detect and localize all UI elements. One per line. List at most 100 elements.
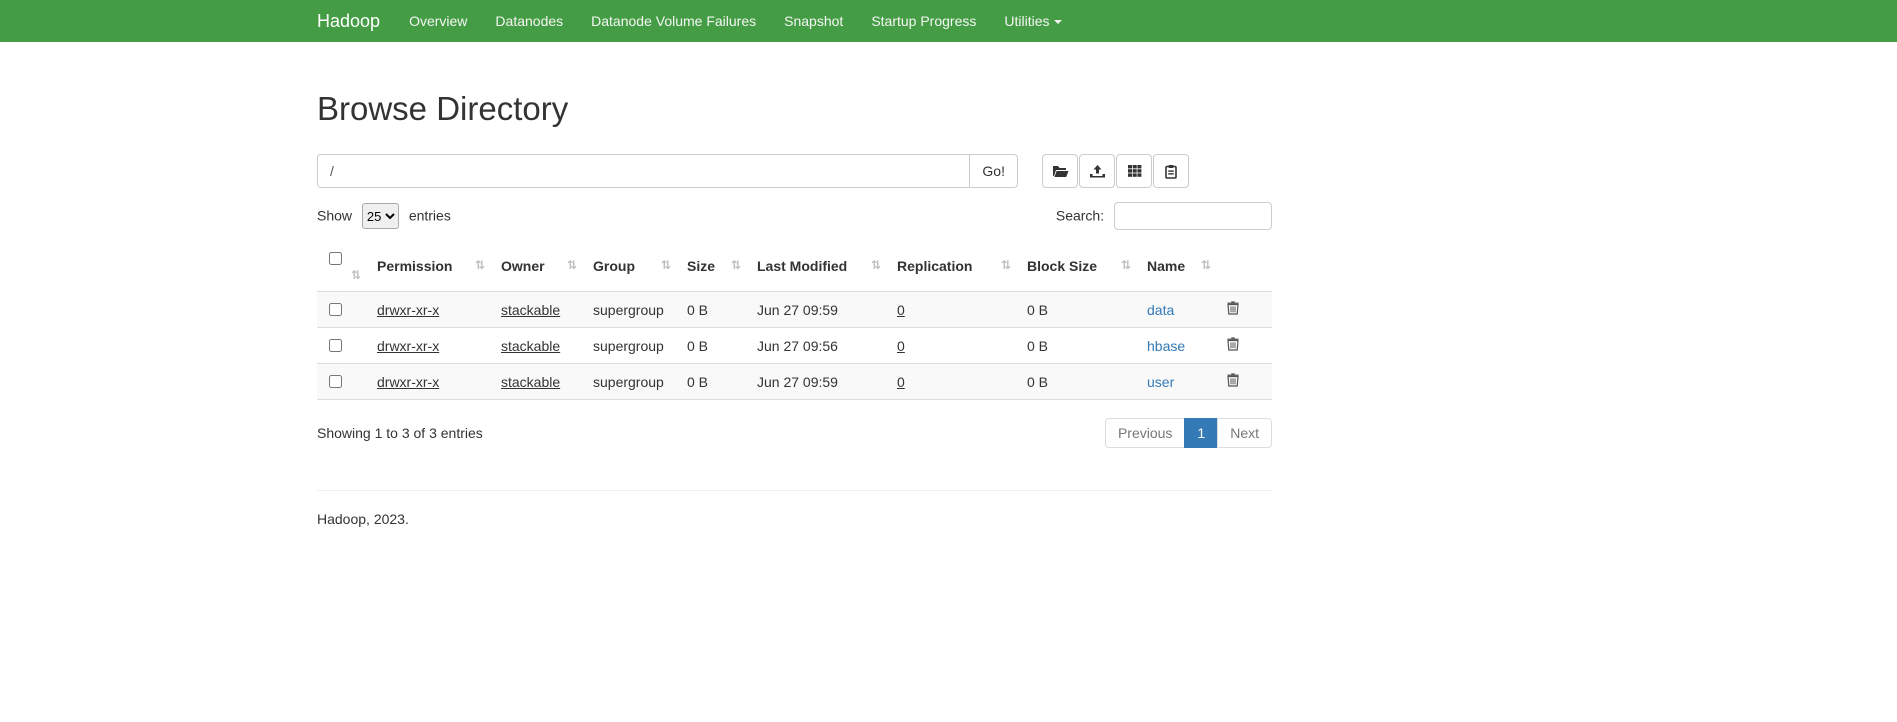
block-size-cell: 0 B bbox=[1027, 338, 1048, 354]
owner-cell[interactable]: stackable bbox=[501, 374, 560, 390]
search-input[interactable] bbox=[1114, 202, 1272, 230]
entries-label: entries bbox=[409, 208, 451, 224]
block-size-cell: 0 B bbox=[1027, 374, 1048, 390]
group-cell[interactable]: supergroup bbox=[593, 302, 664, 318]
table-icon bbox=[1127, 164, 1142, 178]
permission-cell[interactable]: drwxr-xr-x bbox=[377, 374, 439, 390]
pagination-previous[interactable]: Previous bbox=[1105, 418, 1185, 448]
owner-cell[interactable]: stackable bbox=[501, 338, 560, 354]
trash-icon bbox=[1227, 303, 1239, 318]
pagination-page-1[interactable]: 1 bbox=[1184, 418, 1218, 448]
owner-cell[interactable]: stackable bbox=[501, 302, 560, 318]
replication-cell[interactable]: 0 bbox=[897, 302, 905, 318]
footer-divider bbox=[317, 490, 1272, 491]
directory-table: ⇅ Permission ⇅ Owner ⇅ Group ⇅ Size ⇅ bbox=[317, 240, 1272, 400]
table-controls: Show 25 entries Search: bbox=[317, 202, 1272, 230]
path-bar: Go! bbox=[317, 154, 1272, 188]
sort-icon: ⇅ bbox=[351, 268, 361, 282]
row-checkbox[interactable] bbox=[329, 339, 342, 352]
page-title: Browse Directory bbox=[317, 90, 1272, 128]
delete-button[interactable] bbox=[1227, 337, 1239, 354]
header-block-size[interactable]: Block Size ⇅ bbox=[1019, 240, 1139, 292]
trash-icon bbox=[1227, 339, 1239, 354]
show-entries-control: Show 25 entries bbox=[317, 203, 451, 229]
top-navbar: Hadoop Overview Datanodes Datanode Volum… bbox=[0, 0, 1897, 42]
search-control: Search: bbox=[1056, 202, 1272, 230]
nav-item-datanode-volume-failures[interactable]: Datanode Volume Failures bbox=[577, 0, 770, 42]
pagination: Previous 1 Next bbox=[1105, 418, 1272, 448]
delete-button[interactable] bbox=[1227, 373, 1239, 390]
nav-item-snapshot[interactable]: Snapshot bbox=[770, 0, 857, 42]
header-permission[interactable]: Permission ⇅ bbox=[369, 240, 493, 292]
last-modified-cell: Jun 27 09:59 bbox=[757, 302, 838, 318]
page-size-select[interactable]: 25 bbox=[362, 203, 399, 229]
header-owner-label: Owner bbox=[501, 258, 545, 274]
upload-files-button[interactable] bbox=[1079, 154, 1115, 188]
header-owner[interactable]: Owner ⇅ bbox=[493, 240, 585, 292]
folder-open-icon bbox=[1052, 164, 1069, 178]
nav-item-utilities[interactable]: Utilities bbox=[990, 0, 1075, 42]
paste-button[interactable] bbox=[1153, 154, 1189, 188]
header-size-label: Size bbox=[687, 258, 715, 274]
table-row: drwxr-xr-x stackable supergroup 0 B Jun … bbox=[317, 328, 1272, 364]
table-header-row: ⇅ Permission ⇅ Owner ⇅ Group ⇅ Size ⇅ bbox=[317, 240, 1272, 292]
go-button[interactable]: Go! bbox=[969, 154, 1018, 188]
table-row: drwxr-xr-x stackable supergroup 0 B Jun … bbox=[317, 292, 1272, 328]
directory-path-input[interactable] bbox=[317, 154, 969, 188]
nav-item-utilities-label: Utilities bbox=[1004, 13, 1049, 29]
replication-cell[interactable]: 0 bbox=[897, 338, 905, 354]
header-replication-label: Replication bbox=[897, 258, 972, 274]
sort-icon: ⇅ bbox=[871, 258, 881, 272]
header-select-all[interactable]: ⇅ bbox=[317, 240, 369, 292]
header-replication[interactable]: Replication ⇅ bbox=[889, 240, 1019, 292]
permission-cell[interactable]: drwxr-xr-x bbox=[377, 338, 439, 354]
header-group-label: Group bbox=[593, 258, 635, 274]
paste-icon bbox=[1164, 164, 1178, 179]
header-name[interactable]: Name ⇅ bbox=[1139, 240, 1219, 292]
directory-link[interactable]: hbase bbox=[1147, 338, 1185, 354]
size-cell: 0 B bbox=[687, 374, 708, 390]
row-checkbox[interactable] bbox=[329, 303, 342, 316]
show-label: Show bbox=[317, 208, 352, 224]
last-modified-cell: Jun 27 09:56 bbox=[757, 338, 838, 354]
table-footer: Showing 1 to 3 of 3 entries Previous 1 N… bbox=[317, 418, 1272, 448]
search-label: Search: bbox=[1056, 208, 1104, 224]
trash-icon bbox=[1227, 375, 1239, 390]
footer-text: Hadoop, 2023. bbox=[317, 511, 1272, 527]
caret-down-icon bbox=[1054, 20, 1062, 24]
file-operations-button[interactable] bbox=[1116, 154, 1152, 188]
header-permission-label: Permission bbox=[377, 258, 452, 274]
sort-icon: ⇅ bbox=[1121, 258, 1131, 272]
entries-info: Showing 1 to 3 of 3 entries bbox=[317, 425, 483, 441]
header-group[interactable]: Group ⇅ bbox=[585, 240, 679, 292]
sort-icon: ⇅ bbox=[1001, 258, 1011, 272]
replication-cell[interactable]: 0 bbox=[897, 374, 905, 390]
sort-icon: ⇅ bbox=[661, 258, 671, 272]
permission-cell[interactable]: drwxr-xr-x bbox=[377, 302, 439, 318]
nav-item-datanodes[interactable]: Datanodes bbox=[481, 0, 577, 42]
pagination-next[interactable]: Next bbox=[1217, 418, 1272, 448]
nav-item-startup-progress[interactable]: Startup Progress bbox=[857, 0, 990, 42]
directory-link[interactable]: user bbox=[1147, 374, 1174, 390]
select-all-checkbox[interactable] bbox=[329, 252, 342, 265]
header-name-label: Name bbox=[1147, 258, 1185, 274]
cloud-upload-icon bbox=[1089, 164, 1106, 178]
table-row: drwxr-xr-x stackable supergroup 0 B Jun … bbox=[317, 364, 1272, 400]
sort-icon: ⇅ bbox=[731, 258, 741, 272]
sort-icon: ⇅ bbox=[475, 258, 485, 272]
directory-link[interactable]: data bbox=[1147, 302, 1174, 318]
header-block-size-label: Block Size bbox=[1027, 258, 1097, 274]
group-cell[interactable]: supergroup bbox=[593, 338, 664, 354]
group-cell[interactable]: supergroup bbox=[593, 374, 664, 390]
nav-item-overview[interactable]: Overview bbox=[395, 0, 481, 42]
row-checkbox[interactable] bbox=[329, 375, 342, 388]
create-directory-button[interactable] bbox=[1042, 154, 1078, 188]
header-last-modified[interactable]: Last Modified ⇅ bbox=[749, 240, 889, 292]
block-size-cell: 0 B bbox=[1027, 302, 1048, 318]
delete-button[interactable] bbox=[1227, 301, 1239, 318]
sort-icon: ⇅ bbox=[1201, 258, 1211, 272]
header-last-modified-label: Last Modified bbox=[757, 258, 847, 274]
last-modified-cell: Jun 27 09:59 bbox=[757, 374, 838, 390]
file-actions-toolbar bbox=[1042, 154, 1190, 188]
header-size[interactable]: Size ⇅ bbox=[679, 240, 749, 292]
